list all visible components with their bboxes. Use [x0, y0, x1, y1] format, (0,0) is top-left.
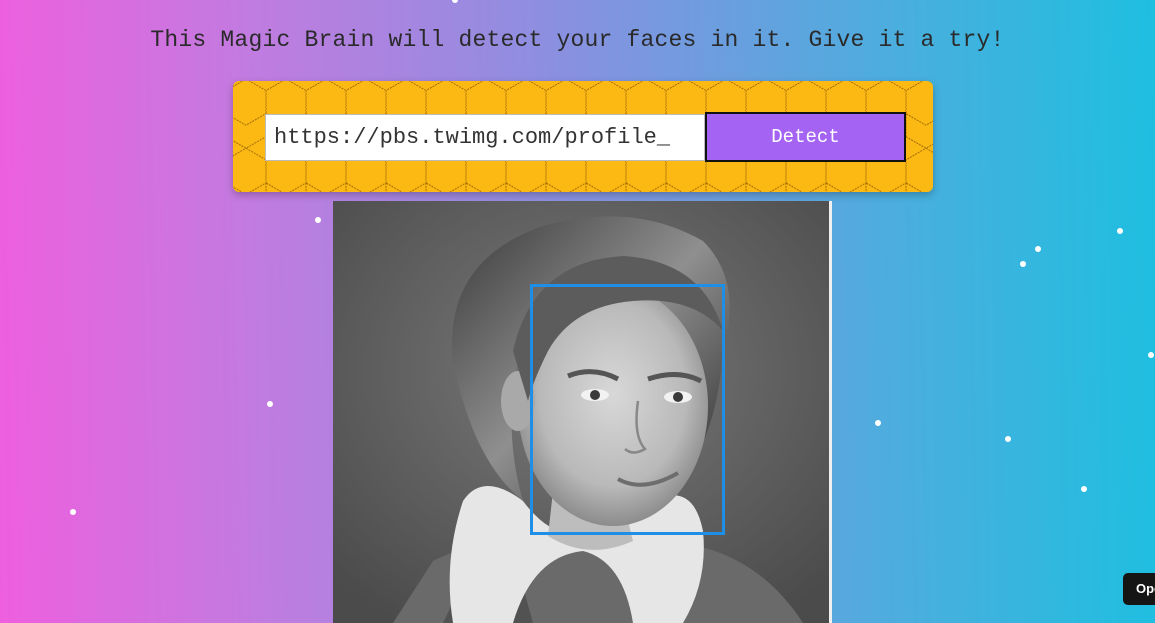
particle-dot — [1005, 436, 1011, 442]
open-widget-button[interactable]: Ope — [1123, 573, 1155, 605]
face-bounding-box — [530, 284, 725, 535]
detect-button[interactable]: Detect — [705, 112, 906, 162]
image-url-form: Detect — [233, 81, 933, 192]
particle-dot — [267, 401, 273, 407]
particle-dot — [1081, 486, 1087, 492]
particle-dot — [1020, 261, 1026, 267]
result-image-container — [333, 201, 832, 623]
particle-dot — [452, 0, 458, 3]
particle-dot — [1148, 352, 1154, 358]
particle-dot — [875, 420, 881, 426]
particle-dot — [70, 509, 76, 515]
image-url-input[interactable] — [265, 114, 705, 161]
particle-dot — [1035, 246, 1041, 252]
page-tagline: This Magic Brain will detect your faces … — [150, 27, 1005, 53]
particle-dot — [315, 217, 321, 223]
particle-dot — [1117, 228, 1123, 234]
